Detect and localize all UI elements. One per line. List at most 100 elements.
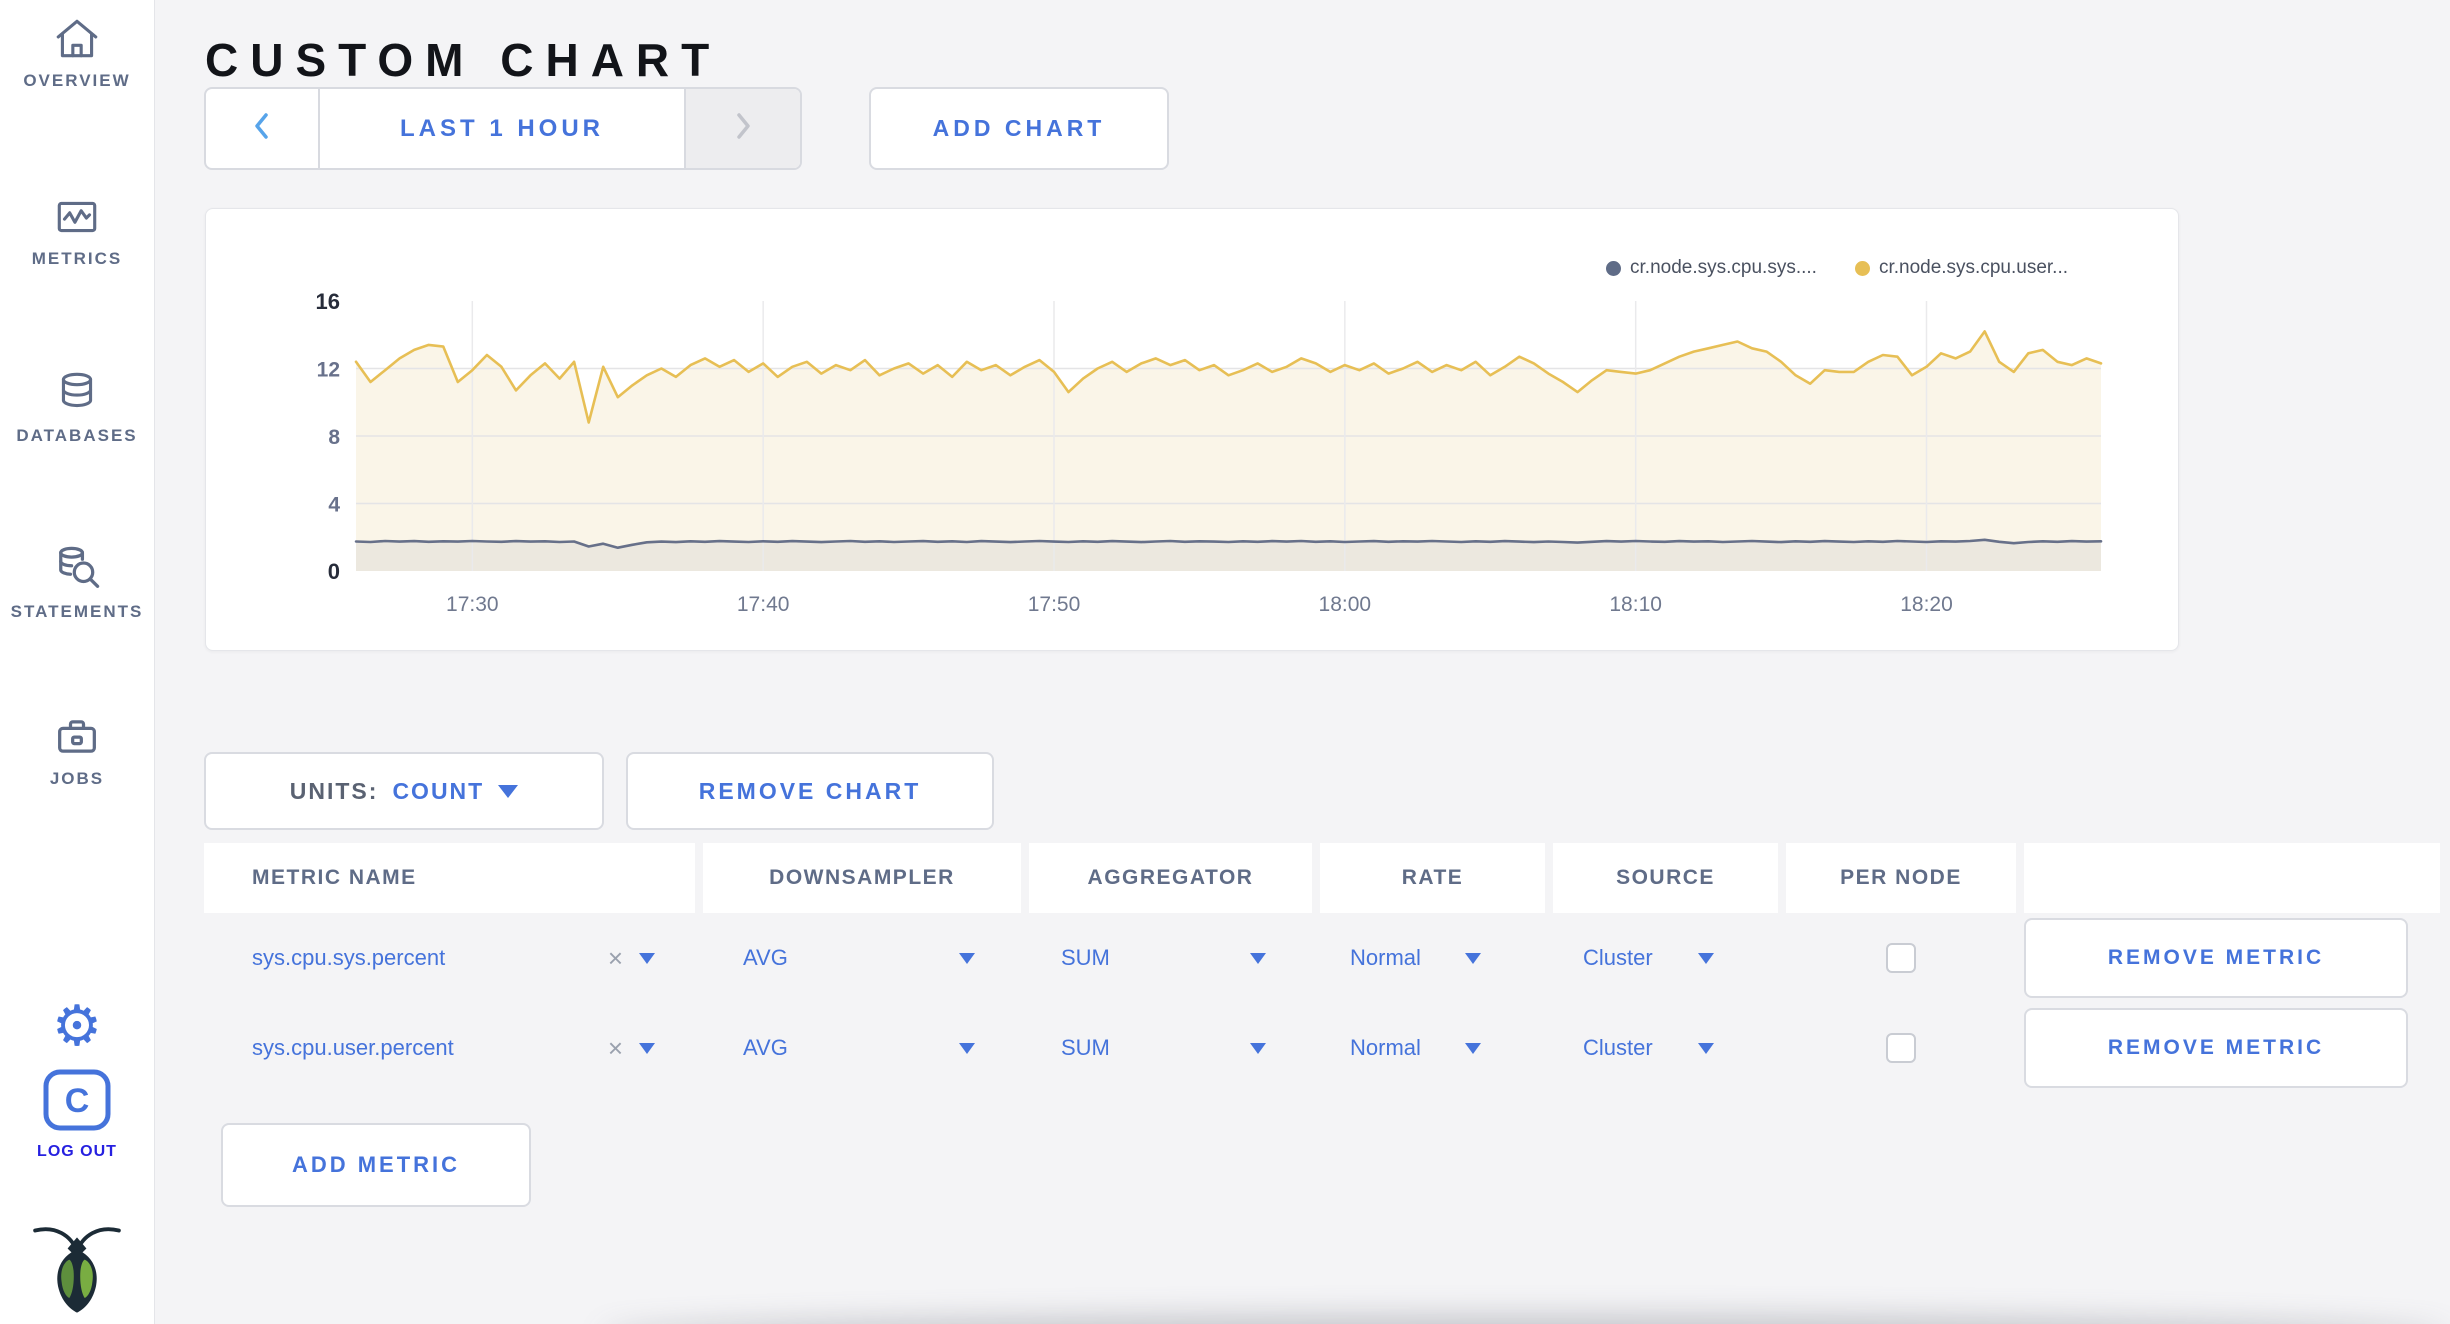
- sidebar-item-label: DATABASES: [16, 426, 138, 445]
- sidebar-item-statements[interactable]: STATEMENTS: [0, 543, 154, 622]
- remove-metric-button[interactable]: REMOVE METRIC: [2024, 1008, 2408, 1088]
- statements-icon: [51, 546, 103, 599]
- svg-text:18:10: 18:10: [1609, 593, 1662, 616]
- page-title: CUSTOM CHART: [205, 33, 722, 86]
- units-label: UNITS:: [289, 777, 379, 804]
- svg-text:17:30: 17:30: [446, 593, 499, 616]
- svg-text:12: 12: [317, 359, 340, 382]
- gear-icon: ⚙: [51, 994, 103, 1057]
- column-header-rate: RATE: [1320, 843, 1545, 913]
- table-row-1-metric-select[interactable]: sys.cpu.sys.percent ×: [204, 913, 695, 1003]
- units-value: COUNT: [392, 777, 485, 804]
- table-row-1-downsampler-select[interactable]: AVG: [703, 913, 1021, 1003]
- sidebar-item-label: OVERVIEW: [23, 71, 131, 90]
- svg-text:0: 0: [328, 559, 340, 584]
- sidebar: OVERVIEW METRICS DATABASES STATEMENTS JO…: [0, 0, 155, 1324]
- cockroach-bug-logo[interactable]: [0, 1222, 154, 1321]
- database-icon: [52, 372, 102, 422]
- table-row-2-source-select[interactable]: Cluster: [1553, 1003, 1778, 1093]
- dropdown-caret-icon: [639, 952, 655, 964]
- per-node-checkbox[interactable]: [1886, 943, 1916, 973]
- rate-value: Normal: [1350, 945, 1421, 970]
- custom-chart-page: OVERVIEW METRICS DATABASES STATEMENTS JO…: [0, 0, 2450, 1324]
- clear-metric-icon[interactable]: ×: [608, 1035, 623, 1061]
- dropdown-caret-icon: [1250, 1042, 1266, 1054]
- dropdown-caret-icon: [959, 1042, 975, 1054]
- source-value: Cluster: [1583, 945, 1653, 970]
- column-header-source: SOURCE: [1553, 843, 1778, 913]
- logout-label: LOG OUT: [37, 1143, 117, 1160]
- dropdown-caret-icon: [959, 952, 975, 964]
- clear-metric-icon[interactable]: ×: [608, 945, 623, 971]
- dropdown-caret-icon: [1250, 952, 1266, 964]
- svg-text:17:40: 17:40: [737, 593, 790, 616]
- table-row-2-per-node-cell: [1786, 1003, 2016, 1093]
- column-header-aggregator: AGGREGATOR: [1029, 843, 1312, 913]
- svg-text:C: C: [65, 1082, 90, 1120]
- remove-chart-button[interactable]: REMOVE CHART: [626, 752, 994, 830]
- column-header-per-node: PER NODE: [1786, 843, 2016, 913]
- downsampler-value: AVG: [743, 1035, 788, 1060]
- cockroach-c-logo-icon: C: [42, 1069, 112, 1136]
- dropdown-caret-icon: [1698, 952, 1714, 964]
- dropdown-caret-icon: [498, 784, 519, 798]
- svg-text:17:50: 17:50: [1028, 593, 1081, 616]
- settings-button[interactable]: ⚙: [0, 998, 154, 1054]
- aggregator-value: SUM: [1061, 1035, 1110, 1060]
- time-range-value[interactable]: LAST 1 HOUR: [320, 89, 684, 168]
- table-row-1-aggregator-select[interactable]: SUM: [1029, 913, 1312, 1003]
- table-row-2-actions: REMOVE METRIC: [2024, 1003, 2440, 1093]
- units-dropdown[interactable]: UNITS: COUNT: [204, 752, 604, 830]
- sidebar-item-label: JOBS: [49, 769, 105, 788]
- svg-text:8: 8: [328, 426, 340, 449]
- dropdown-caret-icon: [1465, 952, 1481, 964]
- chart-card: cr.node.sys.cpu.sys.... cr.node.sys.cpu.…: [205, 208, 2179, 651]
- aggregator-value: SUM: [1061, 945, 1110, 970]
- metrics-table: METRIC NAME DOWNSAMPLER AGGREGATOR RATE …: [204, 843, 2440, 1093]
- time-range-selector: LAST 1 HOUR: [204, 87, 802, 170]
- add-chart-button[interactable]: ADD CHART: [869, 87, 1169, 170]
- table-row-1-rate-select[interactable]: Normal: [1320, 913, 1545, 1003]
- time-range-next-button[interactable]: [684, 89, 800, 168]
- column-header-downsampler: DOWNSAMPLER: [703, 843, 1021, 913]
- table-row-1-actions: REMOVE METRIC: [2024, 913, 2440, 1003]
- svg-text:18:20: 18:20: [1900, 593, 1953, 616]
- table-row-2-aggregator-select[interactable]: SUM: [1029, 1003, 1312, 1093]
- dropdown-caret-icon: [1698, 1042, 1714, 1054]
- svg-text:18:00: 18:00: [1319, 593, 1372, 616]
- column-header-metric-name: METRIC NAME: [204, 843, 695, 913]
- dropdown-caret-icon: [1465, 1042, 1481, 1054]
- dropdown-caret-icon: [639, 1042, 655, 1054]
- table-row-2-downsampler-select[interactable]: AVG: [703, 1003, 1021, 1093]
- table-row-2-rate-select[interactable]: Normal: [1320, 1003, 1545, 1093]
- chevron-right-icon: [731, 110, 755, 147]
- sidebar-item-databases[interactable]: DATABASES: [0, 368, 154, 446]
- table-row-2-metric-select[interactable]: sys.cpu.user.percent ×: [204, 1003, 695, 1093]
- column-header-actions: [2024, 843, 2440, 913]
- logout-button[interactable]: C LOG OUT: [0, 1068, 154, 1161]
- svg-text:16: 16: [316, 289, 340, 314]
- cockroach-bug-icon: [29, 1227, 125, 1320]
- sidebar-item-jobs[interactable]: JOBS: [0, 710, 154, 789]
- table-row-1-source-select[interactable]: Cluster: [1553, 913, 1778, 1003]
- timeseries-chart: 0 4 8 12 16 17:30 17:40 17:50 18:00 18:10 18:20: [316, 289, 2103, 616]
- home-icon: [52, 19, 102, 68]
- jobs-icon: [51, 720, 103, 766]
- remove-metric-button[interactable]: REMOVE METRIC: [2024, 918, 2408, 998]
- source-value: Cluster: [1583, 1035, 1653, 1060]
- table-row-1-per-node-cell: [1786, 913, 2016, 1003]
- metric-name-value: sys.cpu.user.percent: [252, 1035, 454, 1060]
- sidebar-item-label: METRICS: [31, 249, 123, 268]
- downsampler-value: AVG: [743, 945, 788, 970]
- metric-name-value: sys.cpu.sys.percent: [252, 945, 446, 970]
- metrics-icon: [52, 201, 102, 246]
- time-range-prev-button[interactable]: [206, 89, 320, 168]
- per-node-checkbox[interactable]: [1886, 1033, 1916, 1063]
- sidebar-item-metrics[interactable]: METRICS: [0, 192, 154, 269]
- rate-value: Normal: [1350, 1035, 1421, 1060]
- add-metric-button[interactable]: ADD METRIC: [221, 1123, 531, 1207]
- sidebar-item-overview[interactable]: OVERVIEW: [0, 14, 154, 91]
- sidebar-item-label: STATEMENTS: [10, 602, 144, 621]
- svg-text:4: 4: [328, 494, 340, 517]
- chevron-left-icon: [250, 110, 274, 147]
